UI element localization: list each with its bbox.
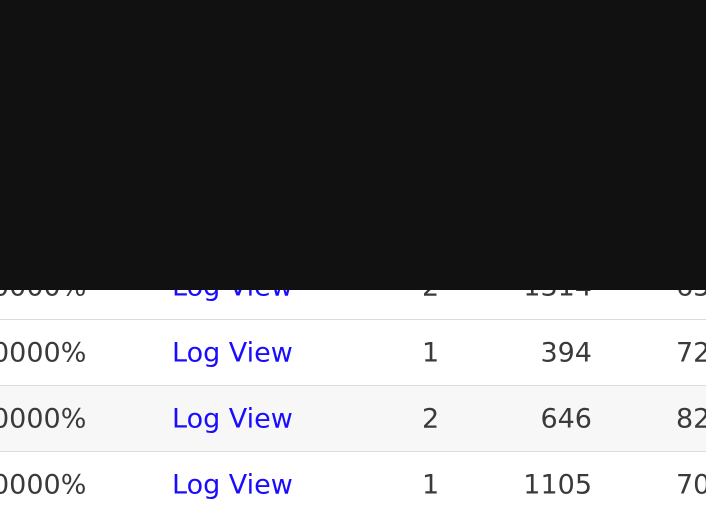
- time-cell: 72: [676, 337, 706, 368]
- table-row: 0000% Log View 2 646 82: [0, 386, 706, 452]
- percent-cell: 0000%: [0, 403, 87, 434]
- time-cell: 70: [676, 469, 706, 500]
- count-cell: 2: [422, 403, 440, 434]
- log-view-link[interactable]: Log View: [172, 405, 293, 432]
- count-cell: 1: [422, 469, 440, 500]
- log-view-link[interactable]: Log View: [172, 339, 293, 366]
- percent-cell: 0000%: [0, 469, 87, 500]
- count-cell: 1: [422, 337, 440, 368]
- size-cell: 1105: [523, 469, 592, 500]
- size-cell: 394: [540, 337, 592, 368]
- time-cell: 82: [676, 403, 706, 434]
- screen: 0000% Log View 2 1314 65 0000% Log View …: [0, 0, 706, 510]
- table-row: 0000% Log View 1 1105 70: [0, 452, 706, 510]
- percent-cell: 0000%: [0, 337, 87, 368]
- log-view-link[interactable]: Log View: [172, 471, 293, 498]
- size-cell: 646: [540, 403, 592, 434]
- black-overlay: [0, 0, 706, 290]
- table-row: 0000% Log View 1 394 72: [0, 320, 706, 386]
